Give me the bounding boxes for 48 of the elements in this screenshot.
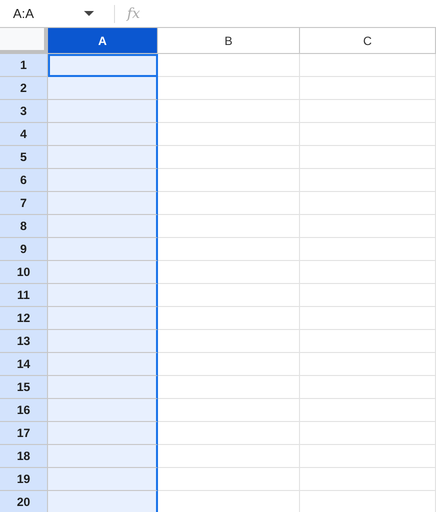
cell[interactable] bbox=[48, 468, 158, 491]
cell[interactable] bbox=[48, 100, 158, 123]
cell[interactable] bbox=[48, 491, 158, 512]
column-header[interactable]: B bbox=[158, 28, 300, 54]
column-header[interactable]: A bbox=[48, 28, 158, 54]
row-header[interactable]: 3 bbox=[0, 100, 48, 123]
cell[interactable] bbox=[48, 399, 158, 422]
caret-icon[interactable] bbox=[84, 11, 94, 16]
cell[interactable] bbox=[48, 330, 158, 353]
cell[interactable] bbox=[48, 445, 158, 468]
row-header[interactable]: 20 bbox=[0, 491, 48, 512]
row-header[interactable]: 10 bbox=[0, 261, 48, 284]
row-header[interactable]: 6 bbox=[0, 169, 48, 192]
cell[interactable] bbox=[48, 169, 158, 192]
cell[interactable] bbox=[48, 353, 158, 376]
cell[interactable] bbox=[48, 376, 158, 399]
row-header[interactable]: 5 bbox=[0, 146, 48, 169]
row-header[interactable]: 18 bbox=[0, 445, 48, 468]
row-header[interactable]: 12 bbox=[0, 307, 48, 330]
row-header[interactable]: 1 bbox=[0, 54, 48, 77]
function-label: fx bbox=[127, 6, 140, 22]
cell[interactable] bbox=[48, 261, 158, 284]
cell[interactable] bbox=[48, 284, 158, 307]
cell[interactable] bbox=[48, 54, 158, 77]
row-header[interactable]: 2 bbox=[0, 77, 48, 100]
row-header[interactable]: 14 bbox=[0, 353, 48, 376]
cell[interactable] bbox=[48, 238, 158, 261]
cell[interactable] bbox=[48, 215, 158, 238]
row-header[interactable]: 16 bbox=[0, 399, 48, 422]
row-header[interactable]: 19 bbox=[0, 468, 48, 491]
cell[interactable] bbox=[48, 422, 158, 445]
row-header[interactable]: 15 bbox=[0, 376, 48, 399]
column-header[interactable]: C bbox=[300, 28, 436, 54]
cell[interactable] bbox=[48, 146, 158, 169]
row-header[interactable]: 8 bbox=[0, 215, 48, 238]
row-header[interactable]: 17 bbox=[0, 422, 48, 445]
row-header[interactable]: 13 bbox=[0, 330, 48, 353]
row-header[interactable]: 4 bbox=[0, 123, 48, 146]
row-header[interactable]: 11 bbox=[0, 284, 48, 307]
row-header[interactable]: 9 bbox=[0, 238, 48, 261]
cell[interactable] bbox=[48, 77, 158, 100]
name-box[interactable]: A:A bbox=[0, 2, 102, 24]
cell[interactable] bbox=[48, 123, 158, 146]
name-box-value: A:A bbox=[13, 6, 34, 21]
row-header[interactable]: 7 bbox=[0, 192, 48, 215]
corner-cell[interactable] bbox=[0, 28, 48, 54]
cell[interactable] bbox=[48, 192, 158, 215]
cell[interactable] bbox=[48, 307, 158, 330]
